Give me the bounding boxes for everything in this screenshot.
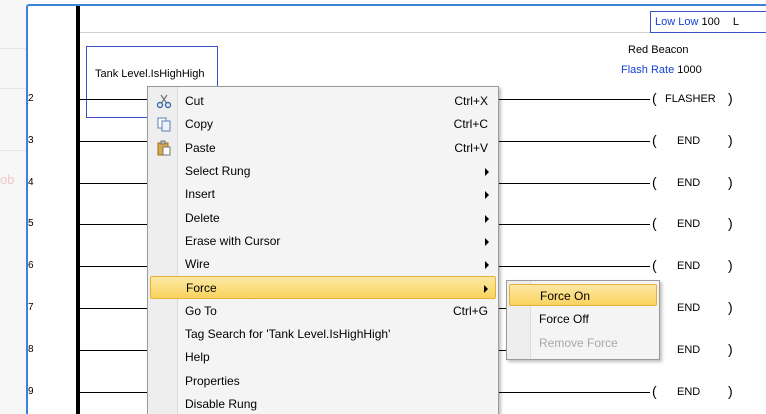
menu-item-shortcut: Ctrl+C (453, 117, 488, 131)
submenu-item-label: Remove Force (539, 336, 618, 350)
menu-item-properties[interactable]: Properties (150, 370, 496, 393)
menu-item-label: Insert (185, 187, 216, 201)
submenu-item-remove-force: Remove Force (509, 332, 657, 354)
rung-number: 8 (28, 344, 34, 355)
submenu-arrow-icon (484, 285, 488, 293)
background-divider (0, 88, 28, 89)
menu-item-shortcut: Ctrl+G (452, 304, 488, 318)
menu-item-label: Help (185, 350, 210, 364)
coil-label: END (677, 135, 701, 147)
coil-right-paren: ) (728, 341, 733, 357)
menu-item-delete[interactable]: Delete (150, 207, 496, 230)
coil-left-paren: ( (652, 174, 657, 190)
coil-left-paren: ( (652, 132, 657, 148)
menu-item-disable-rung[interactable]: Disable Rung (150, 393, 496, 414)
background-divider (0, 48, 28, 49)
paste-icon (156, 140, 172, 156)
menu-item-shortcut: Ctrl+V (454, 141, 488, 155)
rung-number: 6 (28, 260, 34, 271)
menu-item-label: Go To (185, 304, 217, 318)
menu-item-go-to[interactable]: Go To Ctrl+G (150, 300, 496, 323)
coil-label: END (677, 177, 701, 189)
coil-left-paren: ( (652, 383, 657, 399)
submenu-arrow-icon (485, 238, 489, 246)
coil-label: END (677, 344, 701, 356)
lowlow-param-value: 100 (701, 16, 720, 28)
menu-item-help[interactable]: Help (150, 346, 496, 369)
menu-item-label: Paste (185, 141, 216, 155)
context-menu[interactable]: Cut Ctrl+X Copy Ctrl+C Paste Ctrl+V Select Run… (147, 86, 499, 414)
flash-rate-param: Flash Rate (621, 64, 675, 76)
scissors-icon (156, 93, 172, 109)
menu-item-label: Disable Rung (185, 397, 258, 411)
flash-rate-value: 1000 (677, 64, 702, 76)
submenu-item-force-off[interactable]: Force Off (509, 308, 657, 330)
coil-label: FLASHER (665, 93, 716, 105)
menu-item-cut[interactable]: Cut Ctrl+X (150, 90, 496, 113)
left-power-rail (76, 6, 80, 414)
menu-item-wire[interactable]: Wire (150, 253, 496, 276)
menu-item-tag-search-for-tank-level-ishighhigh[interactable]: Tag Search for 'Tank Level.IsHighHigh' (150, 323, 496, 346)
coil-right-paren: ) (728, 174, 733, 190)
submenu-arrow-icon (485, 191, 489, 199)
coil-label: END (677, 260, 701, 272)
menu-item-label: Force (186, 281, 217, 295)
beacon-title: Red Beacon (628, 44, 689, 56)
flash-rate-label: Flash Rate 1000 (621, 64, 702, 76)
menu-item-shortcut: Ctrl+X (454, 94, 488, 108)
lowlow-trailing: L (732, 16, 740, 28)
menu-item-label: Delete (185, 211, 220, 225)
menu-item-insert[interactable]: Insert (150, 183, 496, 206)
submenu-arrow-icon (485, 215, 489, 223)
coil-right-paren: ) (728, 215, 733, 231)
lowlow-label: Low Low 100 L (655, 16, 739, 28)
coil-left-paren: ( (652, 215, 657, 231)
menu-item-label: Tag Search for 'Tank Level.IsHighHigh' (185, 327, 391, 341)
menu-item-select-rung[interactable]: Select Rung (150, 160, 496, 183)
rung-divider (80, 32, 650, 33)
rung-number: 3 (28, 135, 34, 146)
coil-label: END (677, 218, 701, 230)
background-text: ob (0, 172, 15, 187)
coil-right-paren: ) (728, 132, 733, 148)
menu-item-label: Wire (185, 257, 210, 271)
copy-icon (156, 116, 172, 132)
contact-tag-name: Tank Level.IsHighHigh (95, 68, 205, 80)
menu-item-copy[interactable]: Copy Ctrl+C (150, 113, 496, 136)
coil-left-paren: ( (652, 257, 657, 273)
submenu-item-force-on[interactable]: Force On (509, 284, 657, 306)
menu-item-label: Erase with Cursor (185, 234, 281, 248)
rung-number: 4 (28, 177, 34, 188)
rung-number: 5 (28, 218, 34, 229)
background-divider (0, 150, 28, 151)
menu-item-label: Cut (185, 94, 204, 108)
lowlow-param-name: Low Low (655, 16, 699, 28)
menu-item-label: Select Rung (185, 164, 251, 178)
menu-item-force[interactable]: Force (150, 276, 496, 299)
coil-label: END (677, 302, 701, 314)
coil-right-paren: ) (728, 257, 733, 273)
coil-left-paren: ( (652, 90, 657, 106)
coil-right-paren: ) (728, 90, 733, 106)
menu-item-label: Properties (185, 374, 240, 388)
force-submenu[interactable]: Force On Force Off Remove Force (506, 280, 660, 360)
coil-label: END (677, 386, 701, 398)
rung-number: 2 (28, 93, 34, 104)
rung-number: 9 (28, 386, 34, 397)
submenu-arrow-icon (485, 261, 489, 269)
rung-number: 7 (28, 302, 34, 313)
submenu-arrow-icon (485, 168, 489, 176)
coil-right-paren: ) (728, 299, 733, 315)
coil-right-paren: ) (728, 383, 733, 399)
submenu-item-label: Force Off (539, 312, 589, 326)
submenu-item-label: Force On (540, 289, 591, 303)
menu-item-erase-with-cursor[interactable]: Erase with Cursor (150, 230, 496, 253)
menu-item-paste[interactable]: Paste Ctrl+V (150, 137, 496, 160)
menu-item-label: Copy (185, 117, 214, 131)
